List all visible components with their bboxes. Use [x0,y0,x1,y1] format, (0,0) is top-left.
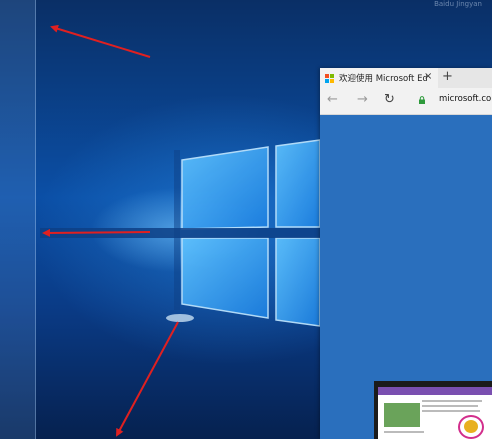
annotation-arrows [42,24,179,437]
arrow-top [50,24,151,58]
arrow-bottom [116,321,179,437]
arrow-middle [42,228,151,237]
